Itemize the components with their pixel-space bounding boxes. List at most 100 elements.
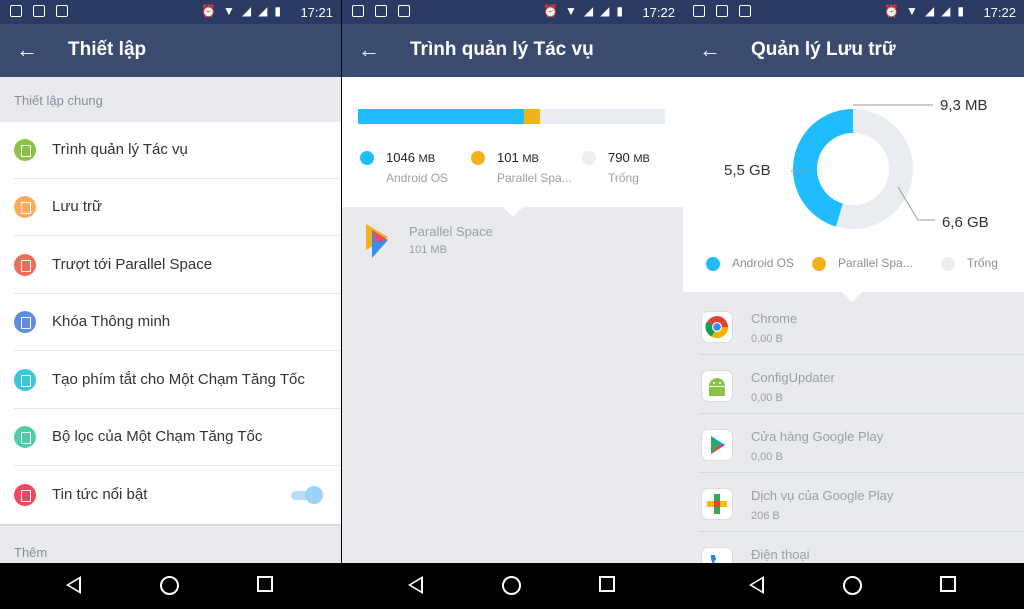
divider <box>14 235 341 236</box>
app-size: 0,00 B <box>751 451 783 463</box>
divider <box>14 350 341 351</box>
settings-item-storage[interactable]: Lưu trữ <box>0 179 341 236</box>
signal-icon: ◢ <box>924 4 935 18</box>
legend-name: Trống <box>967 256 998 270</box>
nav-recents-icon[interactable] <box>257 576 273 592</box>
back-arrow-icon[interactable]: ← <box>697 38 723 64</box>
back-arrow-icon[interactable]: ← <box>356 38 382 64</box>
nav-bar <box>342 563 683 609</box>
legend-dot <box>941 257 955 271</box>
gallery-notification-icon <box>10 5 22 17</box>
section-header: Thiết lập chung <box>14 93 103 108</box>
alarm-icon: ⏰ <box>543 4 559 18</box>
nav-back-icon[interactable] <box>66 576 81 594</box>
app-name: Dịch vụ của Google Play <box>751 488 894 503</box>
task-manager-screen: ⏰ ▼ ◢ ◢ ▮ 17:22 ← Trình quản lý Tác vụ 1… <box>342 0 683 609</box>
download-notification-icon <box>375 5 387 17</box>
settings-item-news[interactable]: Tin tức nổi bật <box>0 467 341 524</box>
storage-manager-screen: ⏰ ▼ ◢ ◢ ▮ 17:22 ← Quản lý Lưu trữ 9,3 MB… <box>683 0 1024 609</box>
settings-item-label: Bộ lọc của Một Chạm Tăng Tốc <box>52 428 263 445</box>
legend-dot <box>812 257 826 271</box>
legend-name: Android OS <box>386 171 449 185</box>
shortcut-icon <box>14 369 36 391</box>
page-title: Quản lý Lưu trữ <box>751 39 896 60</box>
settings-item-label: Trượt tới Parallel Space <box>52 256 213 273</box>
app-size: 0,00 B <box>751 392 783 404</box>
wifi-icon: ▼ <box>565 4 577 18</box>
back-arrow-icon[interactable]: ← <box>14 38 40 64</box>
app-name: Parallel Space <box>409 224 493 239</box>
alarm-icon: ⏰ <box>884 4 900 18</box>
settings-item-swipe[interactable]: Trượt tới Parallel Space <box>0 237 341 294</box>
donut-segment-android-os <box>793 109 854 227</box>
download-notification-icon <box>716 5 728 17</box>
settings-item-shortcut[interactable]: Tạo phím tắt cho Một Chạm Tăng Tốc <box>0 352 341 409</box>
chrome-icon <box>701 311 733 343</box>
play-services-icon <box>701 488 733 520</box>
donut-label-android-os: 5,5 GB <box>724 162 771 179</box>
lock-icon <box>14 311 36 333</box>
app-size: 206 B <box>751 510 780 522</box>
status-bar: ⏰ ▼ ◢ ◢ ▮ 17:21 <box>0 0 341 24</box>
donut-label-free: 6,6 GB <box>942 214 989 231</box>
usage-segment-parallel-space <box>523 109 540 124</box>
clipboard-notification-icon <box>739 5 751 17</box>
clipboard-notification-icon <box>56 5 68 17</box>
app-name: Chrome <box>751 311 798 326</box>
legend-name: Trống <box>608 171 639 185</box>
storage-icon <box>14 196 36 218</box>
nav-back-icon[interactable] <box>749 576 764 594</box>
signal-icon: ◢ <box>583 4 594 18</box>
app-list-item[interactable]: Cửa hàng Google Play 0,00 B <box>683 414 1024 473</box>
settings-item-smart-lock[interactable]: Khóa Thông minh <box>0 294 341 351</box>
settings-item-label: Trình quản lý Tác vụ <box>52 141 188 158</box>
nav-home-icon[interactable] <box>843 576 862 595</box>
alarm-icon: ⏰ <box>201 4 217 18</box>
legend-name: Android OS <box>732 256 795 270</box>
wifi-icon: ▼ <box>223 4 235 18</box>
legend-dot <box>706 257 720 271</box>
settings-item-filter[interactable]: Bộ lọc của Một Chạm Tăng Tốc <box>0 409 341 466</box>
nav-recents-icon[interactable] <box>940 576 956 592</box>
nav-home-icon[interactable] <box>502 576 521 595</box>
filter-icon <box>14 426 36 448</box>
section-header: Thêm <box>14 545 48 560</box>
nav-bar <box>0 563 341 609</box>
app-list-item[interactable]: ConfigUpdater 0,00 B <box>683 355 1024 414</box>
signal-icon: ◢ <box>258 4 268 18</box>
task-manager-icon <box>14 139 36 161</box>
gallery-notification-icon <box>352 5 364 17</box>
app-list-item[interactable]: Chrome 0,00 B <box>683 296 1024 355</box>
page-title: Trình quản lý Tác vụ <box>410 39 594 60</box>
nav-home-icon[interactable] <box>160 576 179 595</box>
android-icon <box>701 370 733 402</box>
memory-usage-card: 1046 MB Android OS 101 MB Parallel Spa..… <box>342 77 683 217</box>
app-list-item[interactable]: Dịch vụ của Google Play 206 B <box>683 473 1024 532</box>
news-toggle[interactable] <box>289 486 323 504</box>
nav-recents-icon[interactable] <box>599 576 615 592</box>
legend-name: Parallel Spa... <box>838 256 913 270</box>
play-store-icon <box>701 429 733 461</box>
status-bar: ⏰ ▼ ◢ ◢ ▮ 17:22 <box>683 0 1024 24</box>
legend-name: Parallel Spa... <box>497 171 572 185</box>
settings-item-label: Tạo phím tắt cho Một Chạm Tăng Tốc <box>52 371 305 388</box>
signal-icon: ◢ <box>241 4 252 18</box>
app-size: 101 MB <box>409 244 447 256</box>
usage-segment-android-os <box>358 109 524 124</box>
settings-screen: ⏰ ▼ ◢ ◢ ▮ 17:21 ← Thiết lập Thiết lập ch… <box>0 0 341 609</box>
memory-usage-bar <box>358 109 665 124</box>
settings-item-label: Khóa Thông minh <box>52 313 171 330</box>
parallel-space-icon <box>366 224 388 258</box>
battery-icon: ▮ <box>616 4 623 18</box>
app-name: Điện thoại <box>751 547 810 562</box>
divider <box>14 465 341 466</box>
nav-back-icon[interactable] <box>408 576 423 594</box>
app-list-item[interactable]: Parallel Space 101 MB <box>342 212 683 272</box>
app-name: ConfigUpdater <box>751 370 835 385</box>
page-title: Thiết lập <box>68 39 147 60</box>
clipboard-notification-icon <box>398 5 410 17</box>
settings-item-task-manager[interactable]: Trình quản lý Tác vụ <box>0 122 341 179</box>
signal-icon: ◢ <box>600 4 610 18</box>
status-bar: ⏰ ▼ ◢ ◢ ▮ 17:22 <box>342 0 683 24</box>
settings-item-label: Lưu trữ <box>52 198 103 215</box>
